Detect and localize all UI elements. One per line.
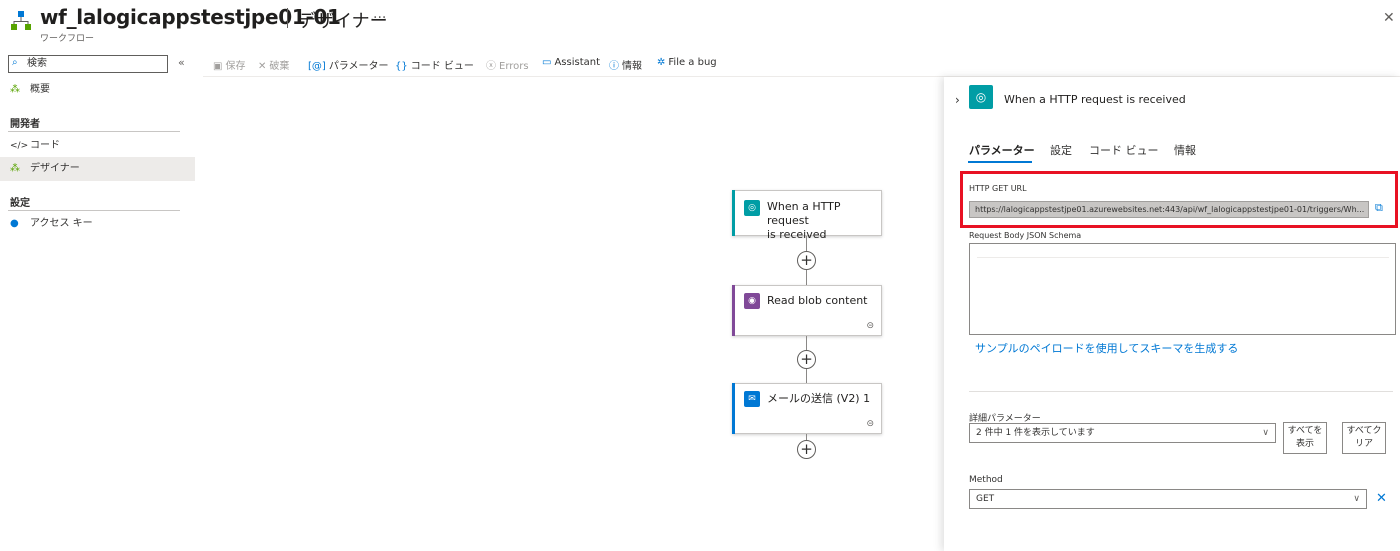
panel-divider [969, 391, 1393, 392]
show-all-button[interactable]: すべてを 表示 [1283, 422, 1327, 454]
sidebar-item-label: デザイナー [30, 163, 80, 174]
section-divider [8, 210, 180, 211]
connector-line [806, 336, 807, 350]
resource-type-caption: ワークフロー [40, 34, 95, 44]
error-icon: ⓧ [486, 61, 496, 72]
node-accent-strip [732, 285, 735, 336]
highlight-annotation [960, 171, 1398, 228]
schema-label: Request Body JSON Schema [969, 231, 1082, 240]
node-accent-strip [732, 383, 735, 434]
section-heading-developer: 開発者 [10, 119, 40, 130]
sidebar-item-access-keys[interactable]: ● アクセス キー [0, 212, 195, 236]
generate-schema-link[interactable]: サンプルのペイロードを使用してスキーマを生成する [975, 340, 1238, 356]
close-icon[interactable]: ✕ [1383, 10, 1395, 26]
chat-icon: ▭ [542, 57, 552, 68]
connector-line [806, 369, 807, 383]
action-node-read-blob[interactable]: ◉ Read blob content ⊝ [732, 285, 882, 336]
save-icon: ▣ [213, 61, 223, 72]
connector-line [806, 270, 807, 285]
connection-link-icon: ⊝ [866, 419, 874, 429]
collapse-sidebar-button[interactable]: « [178, 56, 185, 69]
chevron-down-icon: ∨ [1353, 494, 1360, 504]
panel-title: When a HTTP request is received [1004, 93, 1186, 106]
info-button[interactable]: ⓘ 情報 [609, 57, 642, 72]
code-view-button[interactable]: {} コード ビュー [395, 57, 474, 72]
http-trigger-icon: ◎ [969, 85, 993, 109]
sidebar-item-label: コード [30, 140, 60, 151]
parameters-icon: [@] [308, 61, 326, 72]
chevron-down-icon: ∨ [1262, 428, 1269, 438]
info-icon: ⓘ [609, 61, 619, 72]
search-icon: ⌕ [12, 57, 18, 68]
code-icon: </> [10, 141, 29, 151]
sidebar-item-overview[interactable]: ⁂ 概要 [0, 78, 195, 102]
node-title: Read blob content [767, 294, 868, 307]
tab-info[interactable]: 情報 [1174, 142, 1196, 158]
insert-step-button[interactable]: + [797, 350, 816, 369]
page-title: wf_lalogicappstestjpe01-01 [40, 5, 341, 29]
advanced-parameters-dropdown[interactable]: 2 件中 1 件を表示しています ∨ [969, 423, 1276, 443]
workflow-icon [10, 10, 32, 32]
active-tab-indicator [968, 161, 1032, 163]
clear-all-button[interactable]: すべてク リア [1342, 422, 1386, 454]
discard-button[interactable]: ✕ 破棄 [258, 57, 289, 72]
action-node-send-email[interactable]: ✉ メールの送信 (V2) 1 ⊝ [732, 383, 882, 434]
tab-code-view[interactable]: コード ビュー [1089, 142, 1159, 158]
tab-settings[interactable]: 設定 [1050, 142, 1072, 158]
errors-button[interactable]: ⓧ Errors [486, 57, 529, 72]
connection-link-icon: ⊝ [866, 321, 874, 331]
save-button[interactable]: ▣ 保存 [213, 57, 245, 72]
assistant-button[interactable]: ▭ Assistant [542, 57, 600, 68]
sidebar-item-code[interactable]: </> コード [0, 134, 195, 158]
section-divider [8, 131, 180, 132]
sidebar-item-designer[interactable]: ⁂ デザイナー [0, 157, 195, 181]
node-accent-strip [732, 190, 735, 236]
node-title: メールの送信 (V2) 1 [767, 392, 871, 405]
http-trigger-icon: ◎ [744, 200, 760, 216]
collapse-panel-chevron-icon[interactable]: › [955, 93, 960, 107]
section-heading-settings: 設定 [10, 198, 30, 209]
search-input[interactable]: 検索 [8, 55, 168, 73]
connector-line [806, 236, 807, 251]
discard-icon: ✕ [258, 61, 267, 72]
overview-icon: ⁂ [10, 84, 20, 95]
method-dropdown[interactable]: GET ∨ [969, 489, 1367, 509]
more-options-button[interactable]: ... [373, 6, 386, 22]
title-separator [287, 8, 288, 28]
sidebar-item-label: アクセス キー [30, 218, 93, 229]
outlook-icon: ✉ [744, 391, 760, 407]
access-key-icon: ● [10, 218, 19, 229]
insert-step-button[interactable]: + [797, 251, 816, 270]
trigger-node-http-request[interactable]: ◎ When a HTTP request is received [732, 190, 882, 241]
add-step-button[interactable]: + [797, 440, 816, 459]
designer-icon: ⁂ [10, 163, 20, 174]
schema-editor-line [977, 257, 1389, 258]
node-title: When a HTTP request is received [767, 200, 841, 241]
method-label: Method [969, 475, 1003, 485]
blob-storage-icon: ◉ [744, 293, 760, 309]
tab-parameters[interactable]: パラメーター [969, 142, 1035, 158]
code-view-icon: {} [395, 61, 408, 72]
parameters-button[interactable]: [@] パラメーター [308, 57, 389, 72]
sidebar-item-label: 概要 [30, 84, 50, 95]
file-bug-button[interactable]: ✲ File a bug [657, 57, 717, 68]
remove-parameter-icon[interactable]: ✕ [1376, 491, 1387, 506]
bug-icon: ✲ [657, 57, 666, 68]
